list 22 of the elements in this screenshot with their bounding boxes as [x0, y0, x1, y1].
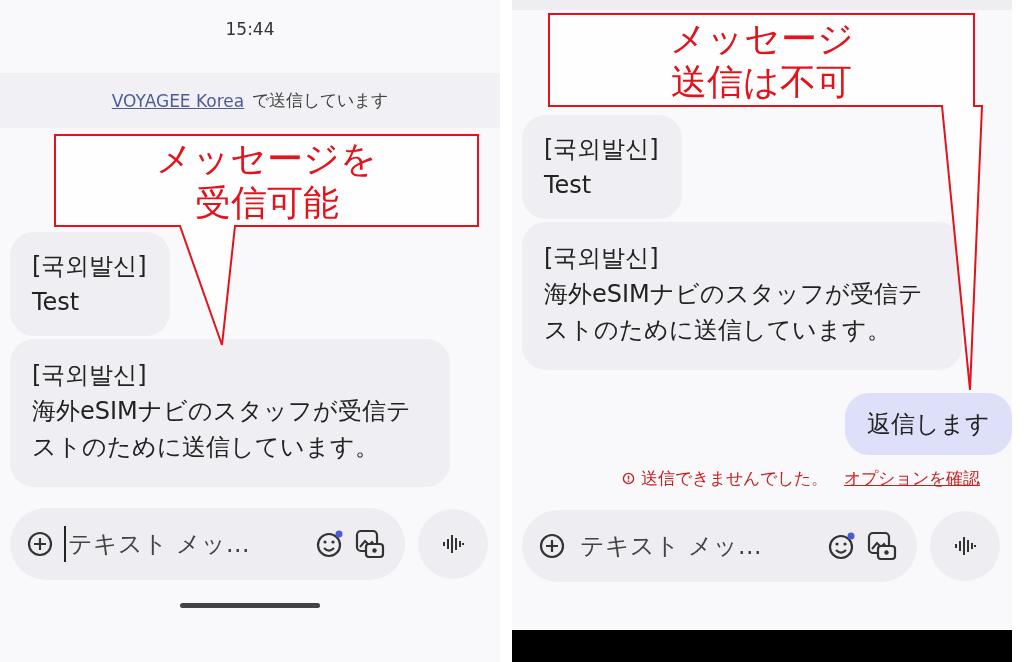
message-composer[interactable]: テキスト メッ… [10, 508, 405, 580]
text-input-field[interactable]: テキスト メッ… [64, 526, 305, 562]
message-header: [국외발신] [544, 134, 660, 165]
message-text: 海外eSIMナビのスタッフが受信テストのために送信しています。 [544, 279, 924, 346]
message-text: 海外eSIMナビのスタッフが受信テストのために送信しています。 [32, 396, 412, 463]
banner-text: で送信しています [252, 89, 389, 112]
callout-text: メッセージを [156, 137, 377, 181]
text-input-field[interactable]: テキスト メッ… [576, 528, 817, 564]
error-text: 送信できませんでした。 [641, 467, 828, 490]
message-text: Test [544, 170, 593, 201]
message-composer[interactable]: テキスト メッ… [522, 510, 917, 582]
message-header: [국외발신] [32, 251, 148, 282]
sent-message-bubble: 返信します [845, 393, 1012, 455]
callout-text: メッセージ [669, 16, 854, 60]
sender-link[interactable]: VOYAGEE Korea [111, 90, 245, 111]
callout-text: 送信は不可 [671, 60, 852, 104]
status-time: 15:44 [225, 18, 275, 39]
message-text: Test [32, 287, 81, 318]
message-header: [국외발신] [32, 360, 148, 391]
message-header: [국외발신] [544, 243, 660, 274]
callout-text: 受信可能 [194, 180, 339, 224]
options-link[interactable]: オプションを確認 [844, 467, 980, 490]
